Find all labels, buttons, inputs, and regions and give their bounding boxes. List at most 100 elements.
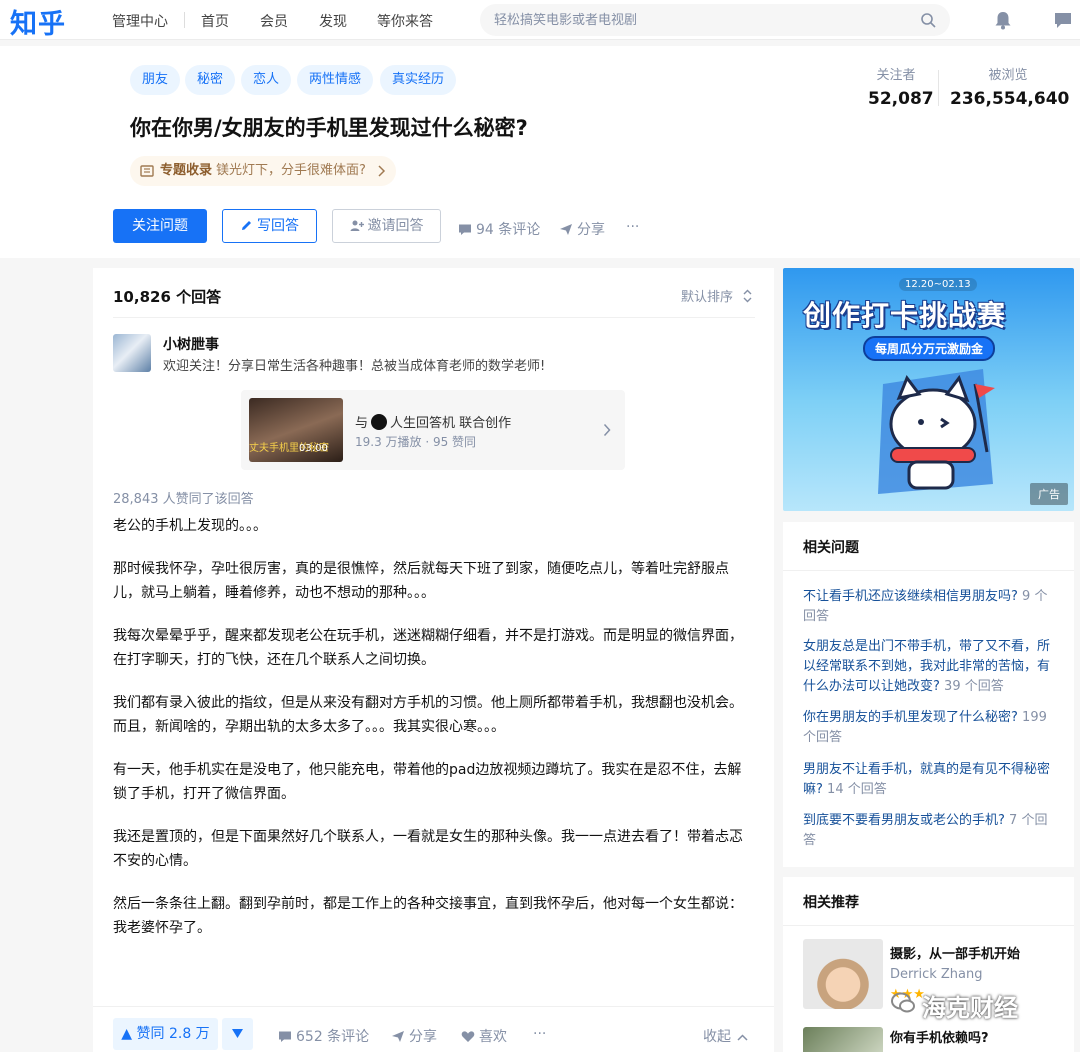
heart-icon bbox=[461, 1031, 475, 1042]
related-questions-panel: 相关问题 不让看手机还应该继续相信男朋友吗? 9 个回答 女朋友总是出门不带手机… bbox=[783, 522, 1074, 867]
recommendations-title: 相关推荐 bbox=[803, 895, 859, 911]
answer-paragraph: 我们都有录入彼此的指纹，但是从来没有翻对方手机的习惯。他上厕所都带着手机，我想翻… bbox=[113, 695, 743, 735]
author-name[interactable]: 小树朑事 bbox=[163, 334, 219, 354]
follow-question-button[interactable]: 关注问题 bbox=[113, 209, 207, 243]
like-label: 喜欢 bbox=[479, 1029, 507, 1045]
sort-dropdown[interactable]: 默认排序 bbox=[681, 286, 752, 305]
sort-label: 默认排序 bbox=[680, 290, 733, 305]
answer-comments-button[interactable]: 652 条评论 bbox=[278, 1026, 369, 1046]
related-answer-count: 39 个回答 bbox=[944, 679, 1004, 694]
collection-banner[interactable]: 专题收录 镁光灯下，分手很难体面? bbox=[130, 156, 396, 186]
partner-avatar bbox=[371, 414, 388, 430]
topic-tag[interactable]: 恋人 bbox=[241, 65, 292, 95]
comment-icon bbox=[279, 1031, 291, 1042]
like-button[interactable]: 喜欢 bbox=[461, 1026, 507, 1046]
question-comments-label: 94 条评论 bbox=[476, 222, 541, 238]
answer-paragraph: 老公的手机上发现的。。。 bbox=[113, 518, 267, 534]
answer-paragraph: 然后一条条往上翻。翻到孕前时，都是工作上的各种交接事宜，直到我怀孕后，他对每一个… bbox=[113, 896, 743, 936]
recommendation-author: Derrick Zhang bbox=[890, 967, 983, 982]
question-title: 你在你男/女朋友的手机里发现过什么秘密? bbox=[130, 116, 528, 140]
nav-waiting-answers[interactable]: 等你来答 bbox=[377, 11, 433, 31]
topic-tag[interactable]: 两性情感 bbox=[297, 65, 374, 95]
card-divider bbox=[113, 317, 755, 318]
share-icon bbox=[560, 224, 572, 235]
answer-more-button[interactable]: ··· bbox=[533, 1026, 546, 1042]
answer-paragraph: 我每次晕晕乎乎，醒来都发现老公在玩手机，迷迷糊糊仔细看，并不是打游戏。而是明显的… bbox=[113, 628, 743, 668]
watermark-text: 海克财经 bbox=[922, 994, 1018, 1022]
downvote-button[interactable] bbox=[222, 1018, 253, 1050]
ad-banner[interactable]: 12.20~02.13 创作打卡挑战赛 每周瓜分万元激励金 广告 bbox=[783, 268, 1074, 511]
nav-discover[interactable]: 发现 bbox=[319, 11, 347, 31]
answer-card: 10,826 个回答 默认排序 小树朑事 欢迎关注！分享日常生活各种趣事！总被当… bbox=[93, 268, 774, 1052]
topic-tag[interactable]: 朋友 bbox=[130, 65, 181, 95]
related-questions-title: 相关问题 bbox=[803, 540, 859, 556]
video-thumbnail[interactable]: 丈夫手机里的秘密 03:00 bbox=[249, 398, 343, 462]
answer-share-label: 分享 bbox=[409, 1029, 437, 1045]
zhihu-logo[interactable]: 知乎 bbox=[10, 2, 66, 41]
related-question-item[interactable]: 你在男朋友的手机里发现了什么秘密? 199 个回答 bbox=[803, 708, 1059, 748]
recommendations-panel: 相关推荐 摄影，从一部手机开始 Derrick Zhang ★★★ 你有手机依赖… bbox=[783, 877, 1074, 1052]
upvote-button[interactable]: ▲ 赞同 2.8 万 bbox=[113, 1018, 218, 1050]
sort-icon bbox=[743, 289, 752, 303]
nav-admin-center[interactable]: 管理中心 bbox=[112, 11, 168, 31]
invite-answer-button[interactable]: 邀请回答 bbox=[332, 209, 441, 243]
question-share-label: 分享 bbox=[577, 222, 605, 238]
related-question-item[interactable]: 不让看手机还应该继续相信男朋友吗? 9 个回答 bbox=[803, 587, 1059, 627]
author-bio: 欢迎关注！分享日常生活各种趣事！总被当成体育老师的数学老师! bbox=[163, 359, 546, 374]
followers-value: 52,087 bbox=[868, 89, 934, 109]
video-card[interactable]: 丈夫手机里的秘密 03:00 与 人生回答机 联合创作 19.3 万播放 · 95… bbox=[241, 390, 625, 470]
related-question-text: 不让看手机还应该继续相信男朋友吗? bbox=[803, 589, 1018, 604]
top-navigation: 知乎 管理中心 首页 会员 发现 等你来答 bbox=[0, 0, 1080, 40]
recommendation-thumbnail[interactable] bbox=[803, 1027, 883, 1052]
recommendation-thumbnail[interactable] bbox=[803, 939, 883, 1009]
message-icon[interactable] bbox=[1052, 9, 1074, 31]
question-header: 朋友 秘密 恋人 两性情感 真实经历 你在你男/女朋友的手机里发现过什么秘密? … bbox=[0, 46, 1080, 258]
wechat-logo-icon bbox=[891, 992, 915, 1013]
followers-label: 关注者 bbox=[876, 68, 916, 83]
search-icon[interactable] bbox=[920, 12, 936, 28]
author-avatar[interactable] bbox=[113, 334, 151, 372]
answer-count: 10,826 个回答 bbox=[113, 288, 222, 306]
collapse-label: 收起 bbox=[703, 1029, 731, 1045]
related-question-item[interactable]: 男朋友不让看手机，就真的是有见不得秘密嘛? 14 个回答 bbox=[803, 760, 1059, 800]
bell-icon[interactable] bbox=[992, 9, 1014, 31]
recommendation-title[interactable]: 摄影，从一部手机开始 bbox=[890, 943, 1020, 962]
question-more-button[interactable]: ··· bbox=[626, 219, 639, 235]
pencil-icon bbox=[242, 221, 251, 230]
question-comments-button[interactable]: 94 条评论 bbox=[458, 219, 540, 239]
share-icon bbox=[392, 1031, 404, 1042]
stats-separator bbox=[938, 70, 939, 106]
mascot-illustration bbox=[878, 369, 995, 494]
nav-separator bbox=[184, 12, 185, 28]
question-share-button[interactable]: 分享 bbox=[559, 219, 605, 239]
chevron-up-icon bbox=[737, 1034, 748, 1041]
views-value: 236,554,640 bbox=[950, 89, 1070, 109]
answer-share-button[interactable]: 分享 bbox=[391, 1026, 437, 1046]
topic-tag[interactable]: 秘密 bbox=[185, 65, 236, 95]
ad-title: 创作打卡挑战赛 bbox=[803, 299, 1007, 332]
video-duration: 03:00 bbox=[299, 443, 328, 454]
topic-tag[interactable]: 真实经历 bbox=[380, 65, 457, 95]
search-input[interactable] bbox=[494, 10, 894, 30]
add-user-icon bbox=[350, 220, 364, 231]
comment-icon bbox=[459, 224, 471, 235]
recommendation-title[interactable]: 你有手机依赖吗? bbox=[890, 1027, 989, 1046]
ad-date: 12.20~02.13 bbox=[899, 278, 977, 291]
nav-home[interactable]: 首页 bbox=[201, 11, 229, 31]
views-stat: 被浏览 236,554,640 bbox=[950, 64, 1070, 109]
related-question-text: 女朋友总是出门不带手机，带了又不看，所以经常联系不到她，我对此非常的苦恼，有什么… bbox=[803, 639, 1051, 694]
write-answer-button[interactable]: 写回答 bbox=[222, 209, 317, 243]
invite-answer-label: 邀请回答 bbox=[367, 218, 424, 234]
nav-membership[interactable]: 会员 bbox=[260, 11, 288, 31]
related-answer-count: 14 个回答 bbox=[827, 782, 887, 797]
answer-content: 老公的手机上发现的。。。 那时候我怀孕，孕吐很厉害，真的是很憔悴，然后就每天下班… bbox=[113, 514, 753, 959]
related-question-item[interactable]: 女朋友总是出门不带手机，带了又不看，所以经常联系不到她，我对此非常的苦恼，有什么… bbox=[803, 637, 1059, 697]
collection-label: 专题收录 bbox=[160, 163, 213, 178]
views-label: 被浏览 bbox=[988, 68, 1028, 83]
collapse-button[interactable]: 收起 bbox=[703, 1026, 748, 1046]
ad-subtitle: 每周瓜分万元激励金 bbox=[863, 336, 996, 361]
related-question-item[interactable]: 到底要不要看男朋友或老公的手机? 7 个回答 bbox=[803, 811, 1059, 851]
answer-comments-label: 652 条评论 bbox=[296, 1029, 370, 1045]
write-answer-label: 写回答 bbox=[257, 218, 299, 234]
question-stats: 关注者 52,087 被浏览 236,554,640 bbox=[866, 64, 1070, 112]
